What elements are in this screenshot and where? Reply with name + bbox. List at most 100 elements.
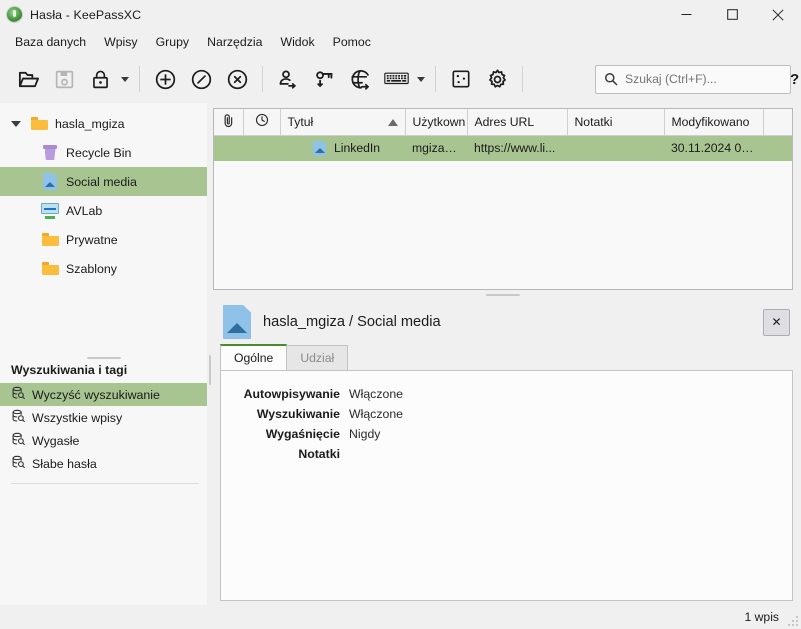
saved-searches-title: Wyszukiwania i tagi (11, 363, 128, 377)
copy-password-icon[interactable] (306, 61, 342, 97)
delete-entry-icon[interactable] (219, 61, 255, 97)
main-panel: Tytuł Użytkown Adres URL Notatki Modyfik… (213, 103, 801, 605)
saved-search-wszystkie-wpisy[interactable]: Wszystkie wpisy (0, 406, 207, 429)
sidebar-vertical-splitter[interactable] (207, 103, 213, 605)
column-notes[interactable]: Notatki (567, 109, 665, 136)
tree-item-label: AVLab (66, 203, 103, 218)
menu-bar: Baza danych Wpisy Grupy Narzędzia Widok … (0, 29, 801, 55)
menu-wpisy[interactable]: Wpisy (95, 32, 146, 52)
saved-search-icon (11, 386, 25, 403)
field-value: Włączone (349, 387, 403, 401)
status-bar: 1 wpis (0, 605, 801, 629)
cell-totp (243, 135, 280, 161)
tab-udzial[interactable]: Udział (286, 345, 349, 370)
password-generator-icon[interactable] (443, 61, 479, 97)
title-bar-left: Hasła - KeePassXC (0, 6, 141, 23)
detail-tabs: Ogólne Udział (213, 344, 793, 370)
close-detail-button[interactable]: ✕ (763, 308, 790, 336)
folder-icon (27, 117, 51, 130)
auto-type-dropdown-icon[interactable] (414, 61, 428, 97)
maximize-button[interactable] (709, 0, 755, 29)
minimize-button[interactable] (663, 0, 709, 29)
cell-filler (763, 135, 792, 161)
tree-item-szablony[interactable]: Szablony (0, 254, 207, 283)
body-area: hasla_mgiza Recycle Bin Social media AVL… (0, 103, 801, 605)
tree-item-label: Social media (66, 174, 137, 189)
saved-search-label: Wszystkie wpisy (32, 410, 123, 425)
expand-collapse-icon[interactable] (5, 120, 27, 127)
keepassxc-window: Hasła - KeePassXC Baza danych Wpisy Grup… (0, 0, 801, 629)
lock-database-icon[interactable] (82, 61, 118, 97)
entries-table-container: Tytuł Użytkown Adres URL Notatki Modyfik… (213, 108, 793, 290)
tree-item-recycle-bin[interactable]: Recycle Bin (0, 138, 207, 167)
saved-search-slabe-hasla[interactable]: Słabe hasła (0, 452, 207, 475)
tab-ogolne[interactable]: Ogólne (220, 344, 288, 370)
tree-item-label: Szablony (66, 261, 117, 276)
column-totp[interactable] (243, 109, 281, 136)
field-wygasniecie: Wygaśnięcie Nigdy (221, 425, 792, 444)
sort-ascending-icon (387, 118, 398, 126)
auto-type-icon[interactable] (378, 61, 414, 97)
main-horizontal-splitter[interactable] (213, 290, 793, 300)
saved-search-icon (11, 455, 25, 472)
saved-search-label: Wygasłe (32, 433, 80, 448)
tree-item-hasla-mgiza[interactable]: hasla_mgiza (0, 109, 207, 138)
saved-search-wyczysc-wyszukiwanie[interactable]: Wyczyść wyszukiwanie (0, 383, 207, 406)
column-title[interactable]: Tytuł (280, 109, 406, 136)
open-database-icon[interactable] (10, 61, 46, 97)
column-attachment[interactable] (214, 109, 244, 136)
sidebar-horizontal-splitter[interactable] (0, 353, 207, 363)
menu-grupy[interactable]: Grupy (147, 32, 199, 52)
search-box[interactable]: ? (595, 64, 799, 94)
field-notatki: Notatki (221, 445, 792, 464)
saved-search-label: Wyczyść wyszukiwanie (32, 387, 160, 402)
toolbar: ? (0, 55, 801, 103)
column-filler (763, 109, 792, 136)
tree-item-prywatne[interactable]: Prywatne (0, 225, 207, 254)
field-label: Wyszukiwanie (256, 407, 340, 421)
tree-item-label: Recycle Bin (66, 145, 132, 160)
new-entry-icon[interactable] (147, 61, 183, 97)
settings-icon[interactable] (479, 61, 515, 97)
saved-search-wygasle[interactable]: Wygasłe (0, 429, 207, 452)
toolbar-separator-3 (435, 66, 436, 92)
search-input[interactable] (625, 72, 783, 86)
cell-notes (567, 135, 664, 161)
close-button[interactable] (755, 0, 801, 29)
lock-database-dropdown-icon[interactable] (118, 61, 132, 97)
table-row[interactable]: LinkedIn mgiza@... https://www.li... 30.… (214, 135, 792, 161)
open-url-icon[interactable] (342, 61, 378, 97)
menu-widok[interactable]: Widok (271, 32, 323, 52)
saved-searches-panel: Wyszukiwania i tagi Wyczyść wyszukiwanie (0, 363, 207, 605)
column-modified[interactable]: Modyfikowano (664, 109, 764, 136)
field-autowpisywanie: Autowpisywanie Włączone (221, 385, 792, 404)
folder-icon (38, 262, 62, 275)
save-database-icon[interactable] (46, 61, 82, 97)
folder-icon (38, 233, 62, 246)
sidebar-separator (11, 483, 199, 484)
menu-pomoc[interactable]: Pomoc (324, 32, 380, 52)
cell-username: mgiza@... (405, 135, 467, 161)
table-header-row: Tytuł Użytkown Adres URL Notatki Modyfik… (214, 109, 792, 136)
detail-title: hasla_mgiza / Social media (263, 314, 441, 330)
edit-entry-icon[interactable] (183, 61, 219, 97)
toolbar-separator-2 (262, 66, 263, 92)
title-bar: Hasła - KeePassXC (0, 0, 801, 29)
tree-item-social-media[interactable]: Social media (0, 167, 207, 196)
column-username[interactable]: Użytkown (405, 109, 468, 136)
tree-item-avlab[interactable]: AVLab (0, 196, 207, 225)
paperclip-icon (222, 114, 235, 131)
search-help-icon[interactable]: ? (790, 71, 801, 88)
search-icon (604, 72, 618, 86)
keepassxc-logo-icon (6, 6, 23, 23)
column-url[interactable]: Adres URL (467, 109, 568, 136)
menu-baza-danych[interactable]: Baza danych (6, 32, 95, 52)
copy-username-icon[interactable] (270, 61, 306, 97)
resize-grip[interactable] (785, 613, 798, 626)
saved-search-icon (11, 409, 25, 426)
window-controls (663, 0, 801, 29)
toolbar-separator-4 (522, 66, 523, 92)
sidebar: hasla_mgiza Recycle Bin Social media AVL… (0, 103, 207, 605)
entries-table: Tytuł Użytkown Adres URL Notatki Modyfik… (214, 109, 792, 161)
menu-narzedzia[interactable]: Narzędzia (198, 32, 271, 52)
